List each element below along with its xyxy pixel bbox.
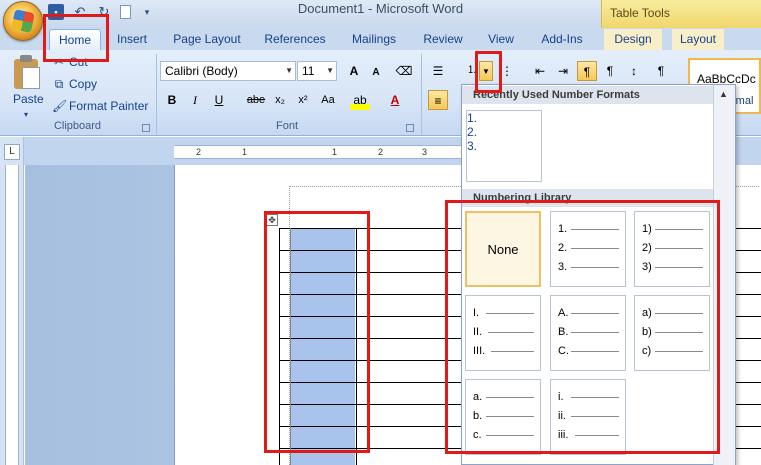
shrink-font-button[interactable]: A: [366, 63, 386, 83]
copy-icon: ⧉: [54, 77, 64, 91]
vertical-ruler[interactable]: [5, 165, 19, 465]
title-bar: Document1 - Microsoft Word ▪ ↶ ↻ ▾ Table…: [0, 0, 761, 28]
copy-label: Copy: [69, 77, 98, 91]
list-marker: 2.: [467, 125, 478, 139]
paste-button-label[interactable]: Paste: [13, 90, 44, 108]
ruler-tick: 2: [196, 147, 202, 157]
list-marker: 1.: [467, 111, 478, 125]
format-painter-label: Format Painter: [69, 99, 149, 113]
tab-page-layout[interactable]: Page Layout: [170, 29, 244, 50]
underline-button[interactable]: U: [209, 90, 229, 110]
chevron-down-icon: ▼: [326, 66, 334, 75]
tab-review[interactable]: Review: [420, 29, 466, 50]
tab-insert[interactable]: Insert: [110, 29, 154, 50]
brush-icon: 🖌: [52, 99, 68, 113]
left-to-right-icon[interactable]: ¶: [577, 61, 597, 81]
ruler-tick: 2: [378, 147, 384, 157]
ribbon-tabs: Home Insert Page Layout References Maili…: [0, 28, 761, 50]
tab-layout[interactable]: Layout: [672, 29, 724, 50]
new-document-icon[interactable]: [120, 5, 131, 19]
increase-indent-icon[interactable]: ⇥: [553, 61, 573, 81]
tab-references[interactable]: References: [262, 29, 328, 50]
italic-button[interactable]: I: [185, 90, 205, 110]
office-button[interactable]: [3, 1, 43, 41]
horizontal-ruler[interactable]: 2 1 1 2 3: [174, 145, 464, 159]
list-marker: 3.: [467, 139, 478, 153]
font-size-value: 11: [302, 64, 315, 78]
superscript-button[interactable]: x²: [293, 90, 313, 110]
tab-mailings[interactable]: Mailings: [346, 29, 402, 50]
tab-view[interactable]: View: [483, 29, 519, 50]
decrease-indent-icon[interactable]: ⇤: [530, 61, 550, 81]
font-family-value: Calibri (Body): [165, 64, 238, 78]
tab-selector-icon[interactable]: L: [4, 144, 20, 160]
recent-format-1-2-3[interactable]: 1. 2. 3.: [466, 110, 542, 182]
office-logo-icon: [11, 9, 35, 33]
show-formatting-marks-icon[interactable]: ¶: [651, 61, 671, 81]
font-dialog-launcher-icon[interactable]: [406, 124, 414, 132]
tab-design[interactable]: Design: [604, 29, 662, 50]
clear-formatting-icon[interactable]: ⌫: [394, 61, 414, 81]
highlight-numbering-library: [445, 200, 720, 454]
font-color-button[interactable]: A: [385, 90, 405, 110]
grow-font-button[interactable]: A: [344, 61, 364, 81]
bullets-icon[interactable]: ☰: [428, 61, 448, 81]
copy-button[interactable]: ⧉ Copy: [52, 75, 97, 93]
chevron-down-icon: ▼: [285, 66, 293, 75]
right-to-left-icon[interactable]: ¶: [600, 61, 620, 81]
highlight-home-tab: [43, 14, 109, 62]
bold-button[interactable]: B: [162, 90, 182, 110]
customize-qat-icon[interactable]: ▾: [139, 4, 155, 20]
font-group-label: Font: [275, 120, 298, 132]
highlight-numbering-dropdown: [475, 51, 502, 93]
table-tools-context: Table Tools: [601, 0, 761, 28]
highlight-color-icon[interactable]: ab: [350, 90, 370, 110]
font-size-combo[interactable]: 11 ▼: [297, 61, 337, 81]
sort-icon[interactable]: ↕: [624, 61, 644, 81]
font-family-combo[interactable]: Calibri (Body) ▼: [160, 61, 296, 81]
ruler-tick: 1: [332, 147, 338, 157]
tab-add-ins[interactable]: Add-Ins: [536, 29, 588, 50]
ruler-tick: 1: [242, 147, 248, 157]
format-painter-button[interactable]: 🖌 Format Painter: [52, 97, 148, 115]
change-case-button[interactable]: Aa: [316, 90, 340, 110]
strikethrough-button[interactable]: abe: [243, 90, 269, 110]
paste-icon[interactable]: [12, 55, 42, 89]
highlight-selected-column: [264, 211, 370, 453]
align-left-icon[interactable]: ≡: [428, 90, 448, 110]
clipboard-group-label: Clipboard: [53, 120, 102, 132]
scroll-up-icon[interactable]: ▲: [719, 89, 728, 99]
clipboard-dialog-launcher-icon[interactable]: [142, 124, 150, 132]
table-tools-label: Table Tools: [610, 6, 670, 20]
ruler-tick: 3: [422, 147, 428, 157]
subscript-button[interactable]: x₂: [270, 90, 290, 110]
